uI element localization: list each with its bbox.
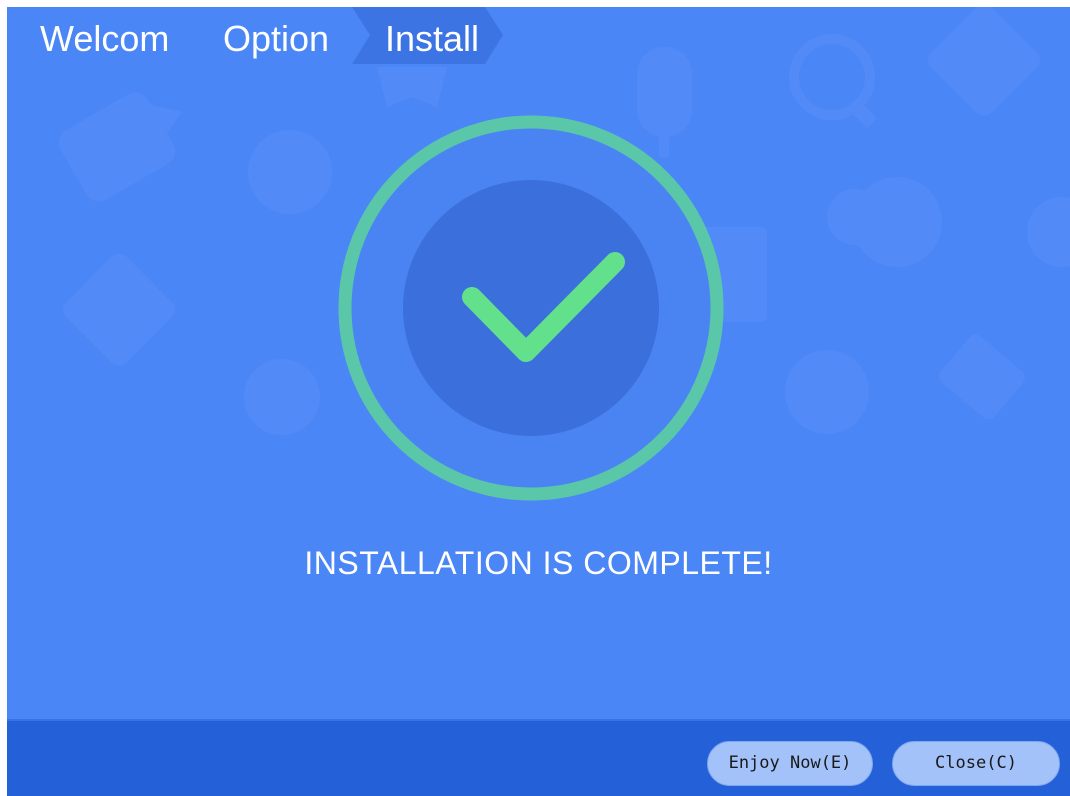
installation-status-message: INSTALLATION IS COMPLETE!: [304, 545, 773, 581]
ticket-icon: [939, 334, 1025, 420]
footer-bar: Enjoy Now(E) Close(C): [7, 719, 1070, 796]
step-breadcrumb: Welcom Option Install: [7, 7, 527, 65]
camera-icon: [58, 92, 182, 202]
diamond-icon-left: [63, 253, 175, 366]
medal-icon: [377, 67, 447, 107]
partial-icon-right: [1027, 197, 1070, 267]
footer-divider: [7, 719, 1070, 721]
installer-window: Welcom Option Install INSTALLATION IS CO…: [7, 7, 1070, 796]
close-button[interactable]: Close(C): [892, 741, 1060, 786]
completion-ring: [338, 115, 724, 501]
zoom-in-icon: [789, 34, 877, 128]
aperture-icon: [248, 130, 332, 214]
enjoy-now-button[interactable]: Enjoy Now(E): [707, 741, 873, 786]
step-install: Install: [385, 18, 480, 59]
diamond-icon: [928, 7, 1040, 116]
step-welcome: Welcom: [40, 18, 170, 59]
add-circle-icon: [827, 177, 942, 267]
leaf-icon: [785, 350, 869, 434]
step-option: Option: [223, 18, 330, 59]
completion-indicator: [335, 112, 727, 504]
cloud-icon: [244, 359, 320, 435]
